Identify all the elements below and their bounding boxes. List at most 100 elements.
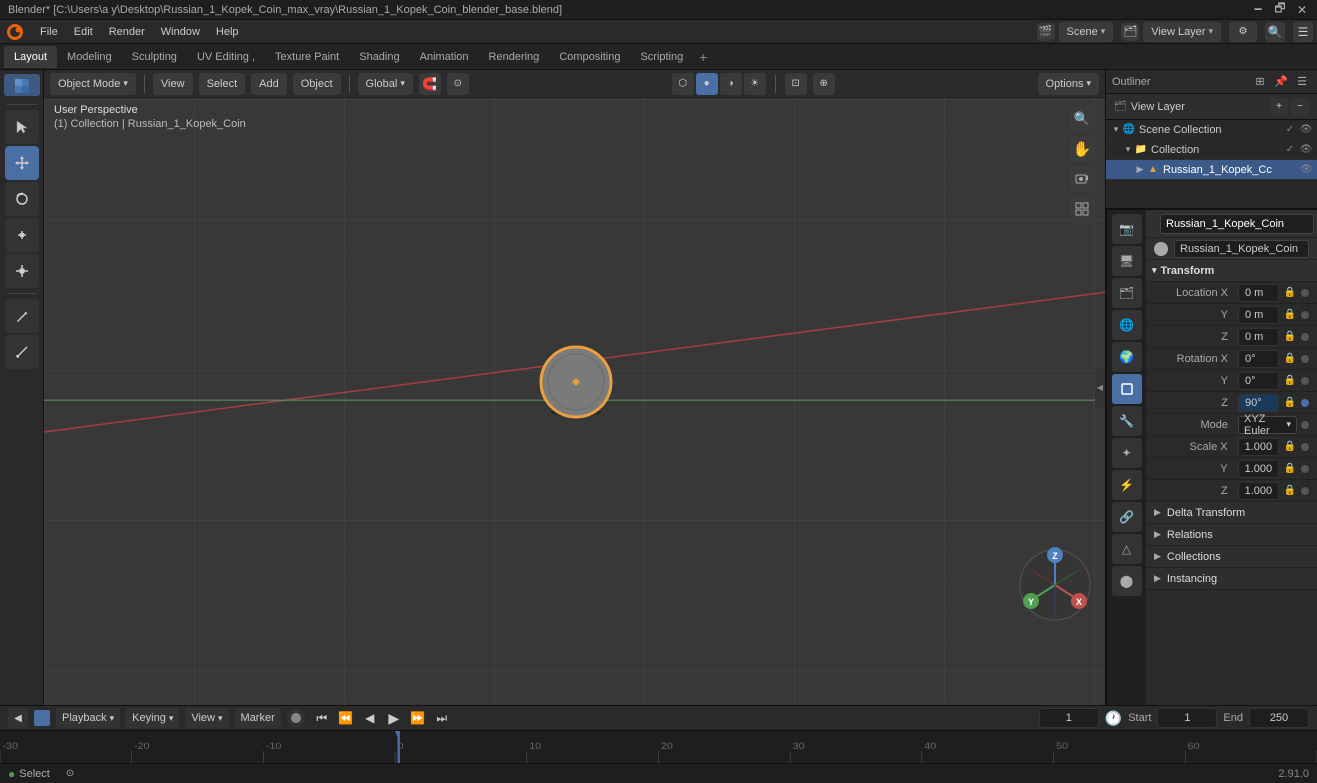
view-layer-add-btn[interactable]: + (1270, 98, 1288, 116)
coin-3d-object[interactable] (534, 340, 619, 425)
collection-eye[interactable]: 👁 (1299, 143, 1313, 157)
transform-tool-button[interactable] (5, 254, 39, 288)
add-workspace-button[interactable]: + (693, 47, 713, 67)
play-btn[interactable]: ▶ (383, 707, 405, 729)
tab-scripting[interactable]: Scripting (630, 46, 693, 68)
rendered-shading-btn[interactable]: ☀ (744, 73, 766, 95)
gizmo-toggle-btn[interactable]: ⊕ (813, 73, 835, 95)
rotation-x-value[interactable]: 0° (1238, 350, 1279, 368)
snap-magnet-icon[interactable]: 🧲 (419, 73, 441, 95)
tab-uv-editing[interactable]: UV Editing , (187, 46, 265, 68)
step-forward-btn[interactable]: ⏩ (407, 707, 429, 729)
navigation-gizmo[interactable]: Z X Y (1015, 545, 1095, 625)
scale-x-dot[interactable] (1301, 443, 1309, 451)
prop-tab-particles[interactable]: ✦ (1112, 438, 1142, 468)
scale-tool-button[interactable] (5, 218, 39, 252)
prop-tab-view-layer[interactable]: 🗂 (1112, 278, 1142, 308)
outliner-filter-icon[interactable]: ⊞ (1251, 73, 1269, 91)
prop-tab-world[interactable]: 🌍 (1112, 342, 1142, 372)
scene-collection-row[interactable]: ▾ 🌐 Scene Collection ✓ 👁 (1106, 120, 1317, 140)
playback-menu[interactable]: Playback ▾ (56, 708, 120, 728)
play-reverse-btn[interactable]: ◀ (359, 707, 381, 729)
tab-texture-paint[interactable]: Texture Paint (265, 46, 349, 68)
overlay-toggle-btn[interactable]: ⊡ (785, 73, 807, 95)
tab-layout[interactable]: Layout (4, 46, 57, 68)
mesh-name-selector[interactable]: Russian_1_Kopek_Coin (1174, 240, 1309, 258)
view-layer-remove-btn[interactable]: − (1291, 98, 1309, 116)
jump-end-btn[interactable]: ⏭ (431, 707, 453, 729)
rotation-z-lock-icon[interactable]: 🔒 (1283, 396, 1297, 410)
record-button[interactable] (287, 709, 305, 727)
prop-tab-material[interactable]: ⬤ (1112, 566, 1142, 596)
options-button[interactable]: Options ▾ (1038, 73, 1099, 95)
rotation-y-value[interactable]: 0° (1238, 372, 1279, 390)
view-menu-timeline[interactable]: View ▾ (185, 708, 228, 728)
outliner-filter-btn[interactable]: ☰ (1293, 73, 1311, 91)
scale-y-lock-icon[interactable]: 🔒 (1283, 462, 1297, 476)
rotation-z-keyframe-dot[interactable] (1301, 399, 1309, 407)
prop-tab-object[interactable] (1112, 374, 1142, 404)
rotation-z-value[interactable]: 90° (1238, 394, 1279, 412)
location-y-value[interactable]: 0 m (1238, 306, 1279, 324)
location-x-keyframe-dot[interactable] (1301, 289, 1309, 297)
location-z-keyframe-dot[interactable] (1301, 333, 1309, 341)
view-layer-icon[interactable]: 🗂 (1121, 23, 1139, 41)
timeline-collapse-btn[interactable]: ◀ (8, 708, 28, 728)
scale-x-lock-icon[interactable]: 🔒 (1283, 440, 1297, 454)
menu-help[interactable]: Help (210, 24, 245, 40)
keying-menu[interactable]: Keying ▾ (126, 708, 179, 728)
menu-window[interactable]: Window (155, 24, 206, 40)
prop-tab-constraints[interactable]: 🔗 (1112, 502, 1142, 532)
rotation-y-lock-icon[interactable]: 🔒 (1283, 374, 1297, 388)
relations-row[interactable]: ▶ Relations (1146, 524, 1317, 546)
scale-x-value[interactable]: 1.000 (1238, 438, 1280, 456)
step-back-btn[interactable]: ⏪ (335, 707, 357, 729)
object-row[interactable]: ▶ ▲ Russian_1_Kopek_Cc 👁 (1106, 160, 1317, 180)
prop-tab-modifier[interactable]: 🔧 (1112, 406, 1142, 436)
location-z-lock-icon[interactable]: 🔒 (1283, 330, 1297, 344)
menu-render[interactable]: Render (103, 24, 151, 40)
add-menu[interactable]: Add (251, 73, 287, 95)
view-menu[interactable]: View (153, 73, 193, 95)
location-z-value[interactable]: 0 m (1238, 328, 1279, 346)
scale-y-value[interactable]: 1.000 (1238, 460, 1280, 478)
prop-tab-output[interactable]: 🖥 (1112, 246, 1142, 276)
tab-rendering[interactable]: Rendering (479, 46, 550, 68)
transform-header[interactable]: ▾ Transform (1146, 260, 1317, 282)
blender-logo[interactable] (4, 21, 26, 43)
magnify-view-button[interactable]: 🔍 (1069, 106, 1095, 132)
tab-animation[interactable]: Animation (410, 46, 479, 68)
tab-compositing[interactable]: Compositing (549, 46, 630, 68)
pan-view-button[interactable]: ✋ (1069, 136, 1095, 162)
collections-row[interactable]: ▶ Collections (1146, 546, 1317, 568)
material-shading-btn[interactable]: ◑ (720, 73, 742, 95)
camera-button[interactable] (1069, 166, 1095, 192)
prop-tab-scene[interactable]: 🌐 (1112, 310, 1142, 340)
close-button[interactable]: ✕ (1295, 3, 1309, 17)
menu-file[interactable]: File (34, 24, 64, 40)
cursor-tool-button[interactable] (5, 110, 39, 144)
scene-selector-icon[interactable]: 🎬 (1037, 23, 1055, 41)
end-frame-input[interactable]: 250 (1249, 708, 1309, 728)
rotation-mode-dot[interactable] (1301, 421, 1309, 429)
mode-selector-icon[interactable] (4, 74, 40, 96)
maximize-button[interactable]: 🗗 (1273, 3, 1287, 17)
move-tool-button[interactable] (5, 146, 39, 180)
wireframe-shading-btn[interactable]: ⬡ (672, 73, 694, 95)
location-y-lock-icon[interactable]: 🔒 (1283, 308, 1297, 322)
location-x-value[interactable]: 0 m (1238, 284, 1279, 302)
object-mode-selector[interactable]: Object Mode ▾ (50, 73, 136, 95)
search-icon[interactable]: 🔍 (1265, 22, 1285, 42)
annotate-tool-button[interactable] (5, 299, 39, 333)
scale-y-dot[interactable] (1301, 465, 1309, 473)
rotation-x-keyframe-dot[interactable] (1301, 355, 1309, 363)
jump-start-btn[interactable]: ⏮ (311, 707, 333, 729)
tab-sculpting[interactable]: Sculpting (122, 46, 187, 68)
location-y-keyframe-dot[interactable] (1301, 311, 1309, 319)
current-frame-input[interactable]: 1 (1039, 708, 1099, 728)
menu-edit[interactable]: Edit (68, 24, 99, 40)
marker-menu[interactable]: Marker (235, 708, 281, 728)
object-menu[interactable]: Object (293, 73, 341, 95)
rotation-y-keyframe-dot[interactable] (1301, 377, 1309, 385)
transform-selector[interactable]: Global ▾ (358, 73, 413, 95)
